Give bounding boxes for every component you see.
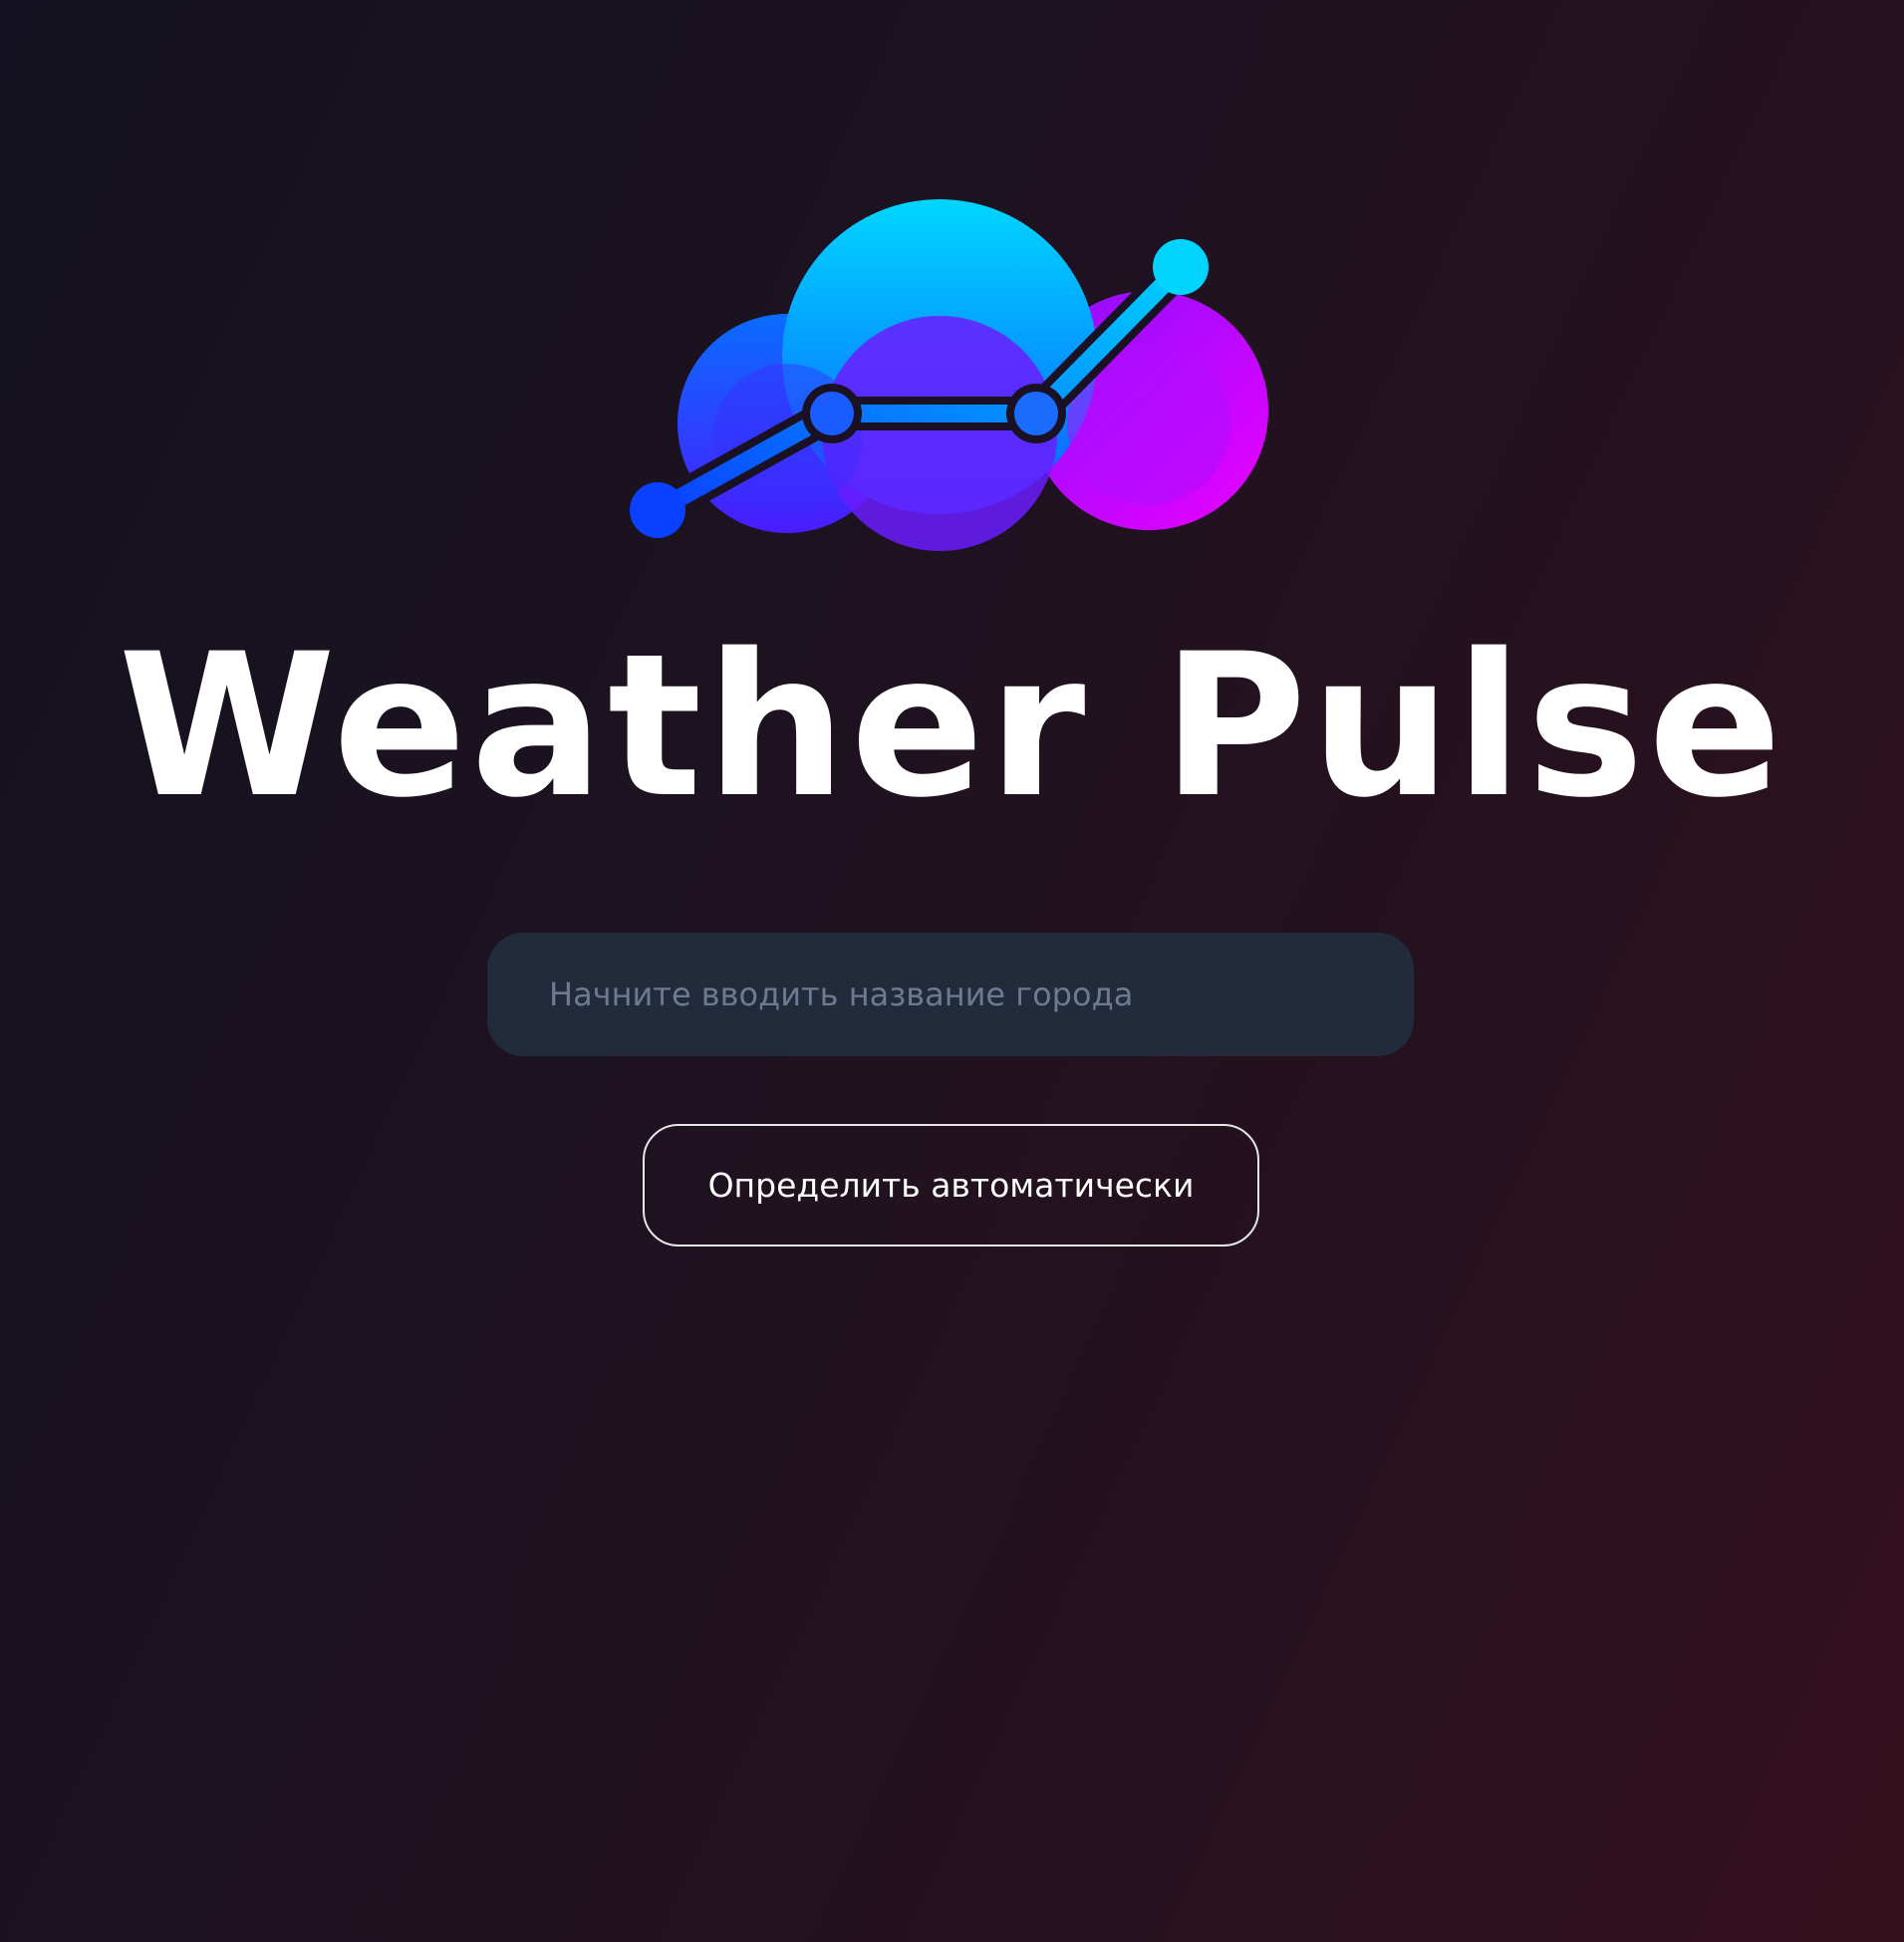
app-title: Weather Pulse [118,611,1786,841]
city-search-input[interactable] [487,933,1414,1056]
landing-page: Weather Pulse Определить автоматически [0,0,1904,1942]
auto-detect-location-button[interactable]: Определить автоматически [643,1124,1259,1247]
city-search-container [487,933,1414,1056]
cloud-chart-logo-icon [623,199,1280,558]
